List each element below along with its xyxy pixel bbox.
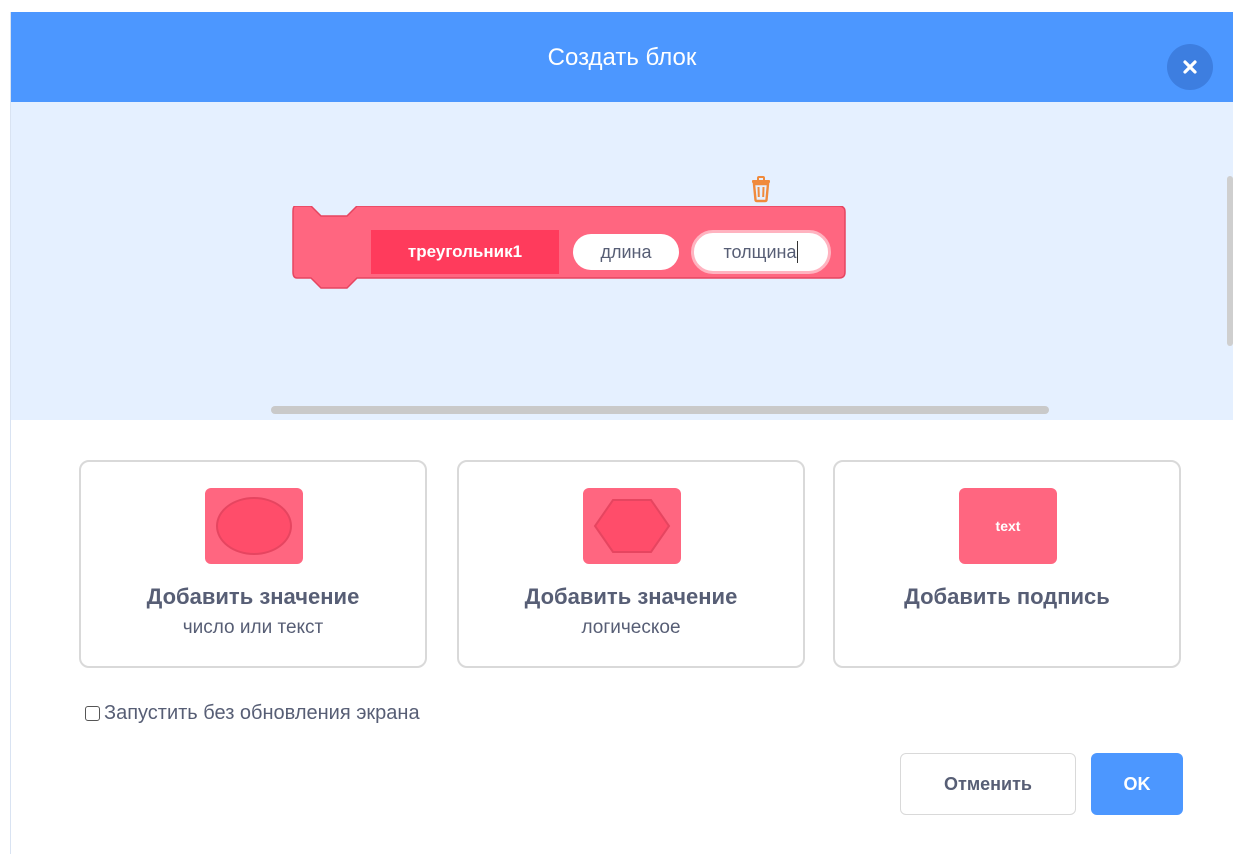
boolean-input-icon: [583, 488, 681, 564]
add-label-button[interactable]: text Добавить подпись: [833, 460, 1181, 668]
close-button[interactable]: [1167, 44, 1213, 90]
option-title: Добавить значение: [524, 584, 738, 609]
dialog-title: Создать блок: [547, 44, 697, 71]
block-preview-area: треугольник1 длина толщина: [11, 102, 1233, 420]
add-input-number-text-button[interactable]: Добавить значение число или текст: [79, 460, 427, 668]
run-without-refresh-checkbox[interactable]: [85, 706, 100, 721]
text-label-icon-text: text: [995, 518, 1021, 534]
run-without-refresh-option[interactable]: Запустить без обновления экрана: [85, 702, 420, 725]
trash-icon[interactable]: [748, 175, 774, 203]
option-title: Добавить подпись: [904, 584, 1110, 609]
input-length-pill[interactable]: длина: [573, 234, 679, 270]
input-thickness-pill[interactable]: толщина: [691, 230, 831, 274]
horizontal-scrollbar[interactable]: [271, 406, 1049, 414]
text-label-icon: text: [959, 488, 1057, 564]
run-without-refresh-label: Запустить без обновления экрана: [104, 702, 420, 724]
option-subtitle: логическое: [581, 617, 681, 638]
option-subtitle: число или текст: [182, 617, 324, 638]
add-input-boolean-button[interactable]: Добавить значение логическое: [457, 460, 805, 668]
oval-input-icon: [205, 488, 303, 564]
dialog-header: Создать блок: [11, 12, 1233, 102]
make-block-dialog: Создать блок треугольник1 длина толщина: [10, 12, 1233, 854]
close-icon: [1183, 60, 1197, 74]
ok-button[interactable]: OK: [1091, 753, 1183, 815]
text-caret: [797, 241, 799, 263]
cancel-button[interactable]: Отменить: [900, 753, 1076, 815]
vertical-scrollbar[interactable]: [1227, 176, 1233, 346]
input-thickness-label: толщина: [723, 241, 797, 262]
block-name-field[interactable]: треугольник1: [371, 230, 559, 274]
option-title: Добавить значение: [146, 584, 360, 609]
